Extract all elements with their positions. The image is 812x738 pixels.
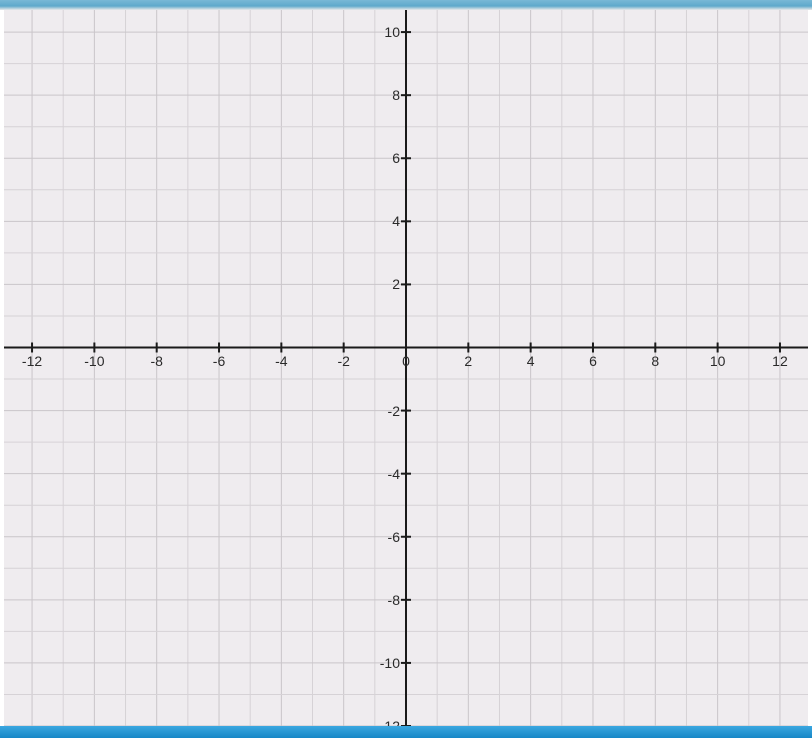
y-tick-label: -6 xyxy=(388,529,406,545)
x-tick-label: -4 xyxy=(275,353,287,369)
y-tick-label: 4 xyxy=(392,213,406,229)
y-tick-label: -4 xyxy=(388,466,406,482)
x-tick-label: 8 xyxy=(651,353,659,369)
app-frame: -12 -10 -8 -6 -4 -2 0 2 4 6 8 10 12 -12 -10 -8 -6 -4 -2 2 4 6… xyxy=(0,0,812,738)
y-tick-label: -10 xyxy=(380,655,406,671)
y-tick-label: 6 xyxy=(392,150,406,166)
y-tick-label: 8 xyxy=(392,87,406,103)
x-tick-label: -8 xyxy=(150,353,162,369)
y-tick-label: -2 xyxy=(388,403,406,419)
x-tick-label: 6 xyxy=(589,353,597,369)
y-tick-label: -12 xyxy=(380,718,406,726)
window-top-bar xyxy=(0,0,812,10)
x-tick-label: 10 xyxy=(710,353,726,369)
y-tick-label: 2 xyxy=(392,276,406,292)
x-tick-label: -12 xyxy=(22,353,42,369)
x-tick-label: -10 xyxy=(84,353,104,369)
y-tick-label: -8 xyxy=(388,592,406,608)
cartesian-plot[interactable]: -12 -10 -8 -6 -4 -2 0 2 4 6 8 10 12 -12 -10 -8 -6 -4 -2 2 4 6… xyxy=(4,10,808,726)
x-tick-label: 12 xyxy=(772,353,788,369)
y-tick-label: 10 xyxy=(384,24,406,40)
x-tick-label: 4 xyxy=(527,353,535,369)
window-bottom-bar xyxy=(0,726,812,738)
x-tick-label: 2 xyxy=(464,353,472,369)
x-tick-label: -2 xyxy=(337,353,349,369)
x-tick-label: -6 xyxy=(213,353,225,369)
x-tick-label: 0 xyxy=(402,353,410,369)
